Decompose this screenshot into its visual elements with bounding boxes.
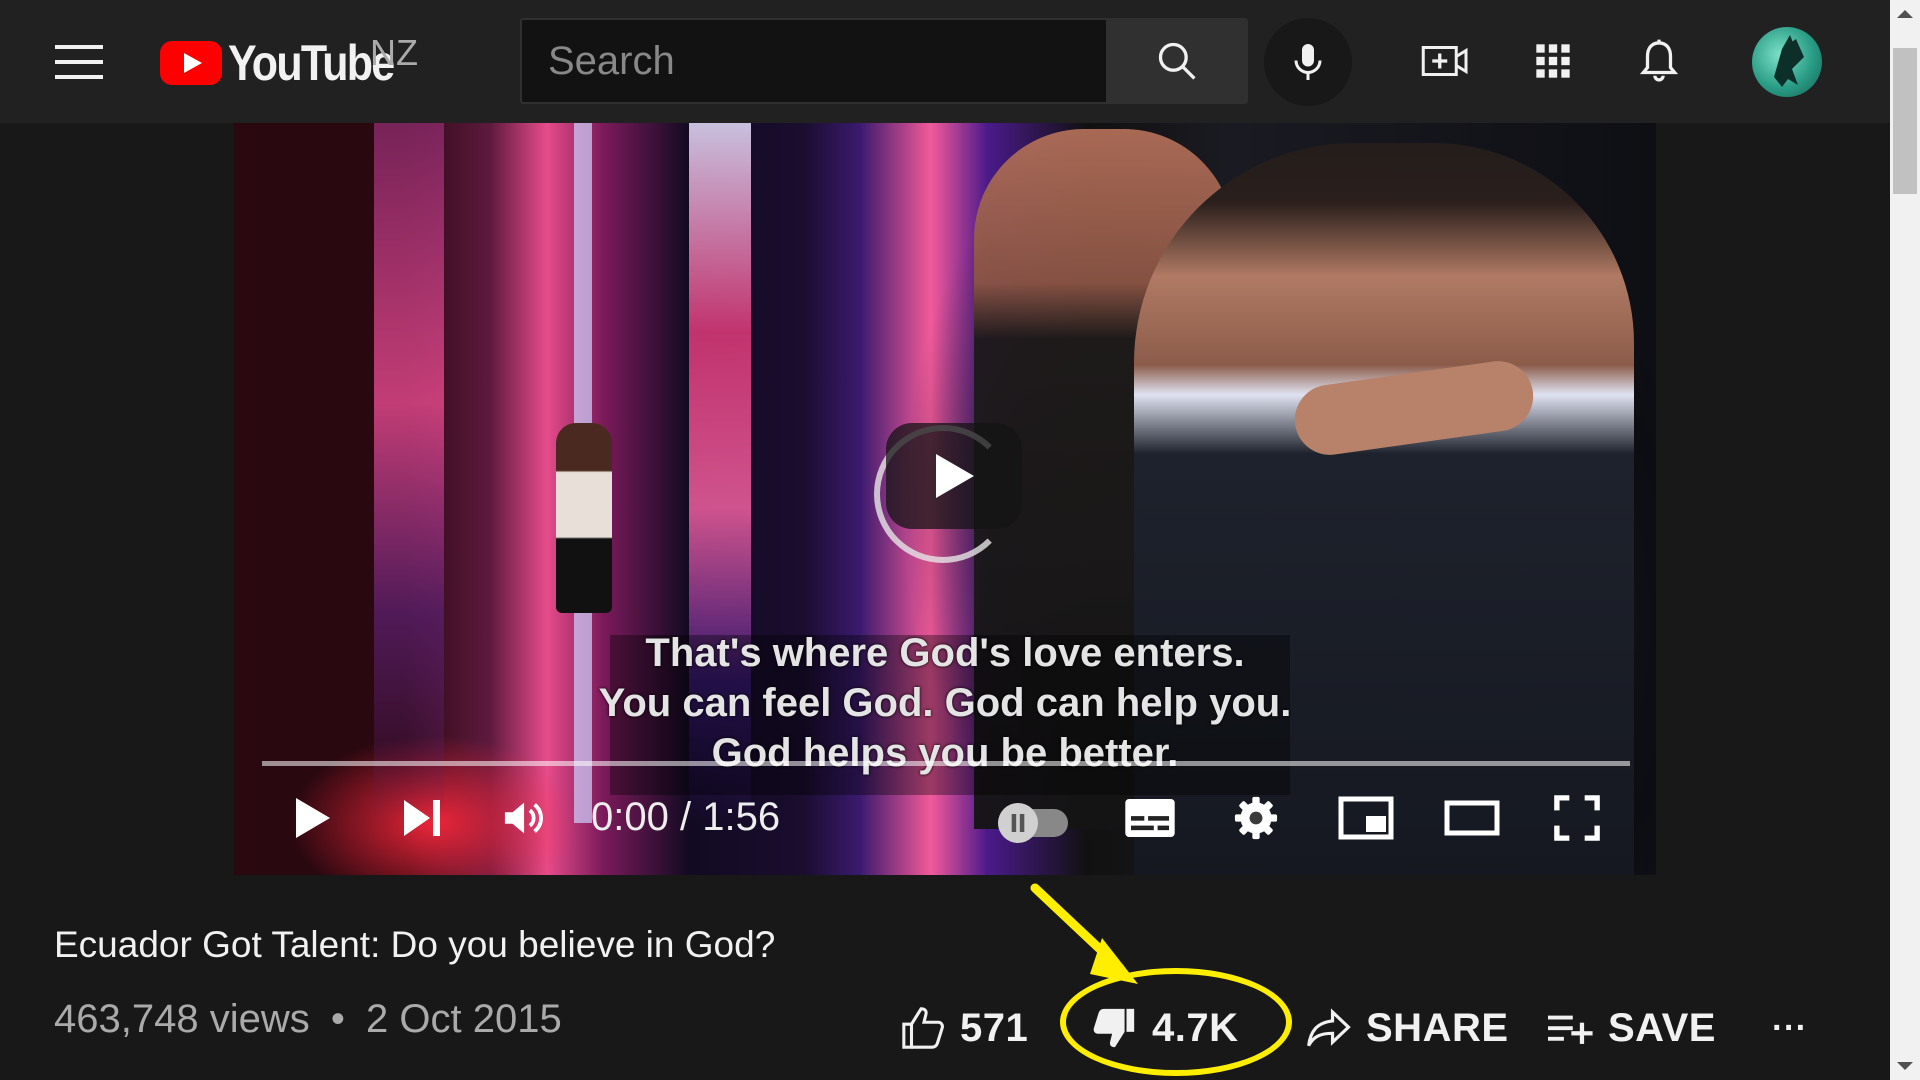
fullscreen-button[interactable]	[1552, 793, 1602, 843]
next-button[interactable]	[400, 793, 444, 843]
avatar-icon[interactable]	[1752, 27, 1822, 97]
video-meta: 463,748 views • 2 Oct 2015	[54, 997, 562, 1042]
gear-icon	[1234, 796, 1278, 840]
skip-next-icon	[404, 800, 440, 836]
mic-icon	[1294, 44, 1322, 80]
large-play-button[interactable]	[886, 423, 1022, 529]
scroll-down-arrow-icon[interactable]	[1897, 1062, 1913, 1070]
search-box	[520, 18, 1106, 104]
voice-search-button[interactable]	[1264, 18, 1352, 106]
share-label: SHARE	[1366, 1005, 1509, 1050]
search-input[interactable]	[522, 20, 1106, 102]
player-controls: 0:00 / 1:56	[234, 783, 1656, 853]
scrollbar-thumb[interactable]	[1893, 48, 1917, 194]
view-count: 463,748 views	[54, 997, 310, 1041]
play-icon	[936, 454, 974, 498]
like-count: 571	[960, 1005, 1029, 1050]
youtube-logo[interactable]: YouTube NZ	[160, 32, 420, 91]
masthead: YouTube NZ	[0, 0, 1890, 123]
more-actions-button[interactable]: ···	[1772, 998, 1807, 1058]
theater-mode-button[interactable]	[1444, 793, 1500, 843]
country-code: NZ	[370, 32, 418, 73]
share-button[interactable]: SHARE	[1306, 998, 1509, 1058]
miniplayer-icon	[1338, 796, 1394, 840]
scroll-up-arrow-icon[interactable]	[1897, 10, 1913, 18]
current-time: 0:00	[591, 795, 669, 839]
more-icon: ···	[1772, 1008, 1808, 1047]
play-button[interactable]	[290, 793, 334, 843]
add-to-playlist-icon	[1548, 1015, 1593, 1044]
subtitle-line: God helps you be better.	[711, 731, 1179, 775]
subtitle-line: That's where God's love enters.	[645, 631, 1245, 675]
time-separator: /	[679, 795, 692, 839]
bell-icon[interactable]	[1634, 36, 1684, 86]
play-icon	[296, 798, 330, 838]
meta-separator: •	[330, 997, 345, 1041]
subtitles: That's where God's love enters. You can …	[234, 628, 1656, 778]
volume-icon	[504, 802, 543, 834]
upload-date: 2 Oct 2015	[366, 997, 562, 1041]
progress-bar[interactable]	[262, 761, 1630, 766]
theater-mode-icon	[1444, 800, 1500, 836]
search-button[interactable]	[1106, 18, 1248, 104]
fullscreen-icon	[1554, 795, 1600, 841]
share-icon	[1307, 1008, 1351, 1047]
create-video-icon[interactable]	[1420, 36, 1470, 86]
total-time: 1:56	[702, 795, 781, 839]
search-icon	[1158, 42, 1196, 80]
highlight-arrow-icon	[1030, 883, 1138, 984]
performer-figure	[556, 423, 612, 613]
autoplay-pause-icon	[998, 803, 1038, 843]
apps-grid-icon[interactable]	[1528, 36, 1578, 86]
volume-button[interactable]	[502, 793, 550, 843]
video-title: Ecuador Got Talent: Do you believe in Go…	[54, 924, 776, 965]
settings-button[interactable]	[1232, 793, 1280, 843]
subtitles-button[interactable]	[1124, 793, 1176, 843]
subtitle-line: You can feel God. God can help you.	[598, 681, 1292, 725]
thumbs-up-icon	[902, 1007, 944, 1049]
save-button[interactable]: SAVE	[1548, 998, 1716, 1058]
video-player[interactable]: That's where God's love enters. You can …	[234, 123, 1656, 875]
logo-text: YouTube	[228, 35, 395, 91]
menu-icon[interactable]	[55, 45, 103, 79]
save-label: SAVE	[1608, 1005, 1716, 1050]
youtube-logo-icon	[160, 41, 222, 85]
time-display: 0:00 / 1:56	[591, 795, 780, 840]
captions-icon	[1125, 799, 1175, 837]
miniplayer-button[interactable]	[1338, 793, 1394, 843]
like-button[interactable]: 571	[900, 998, 1028, 1058]
